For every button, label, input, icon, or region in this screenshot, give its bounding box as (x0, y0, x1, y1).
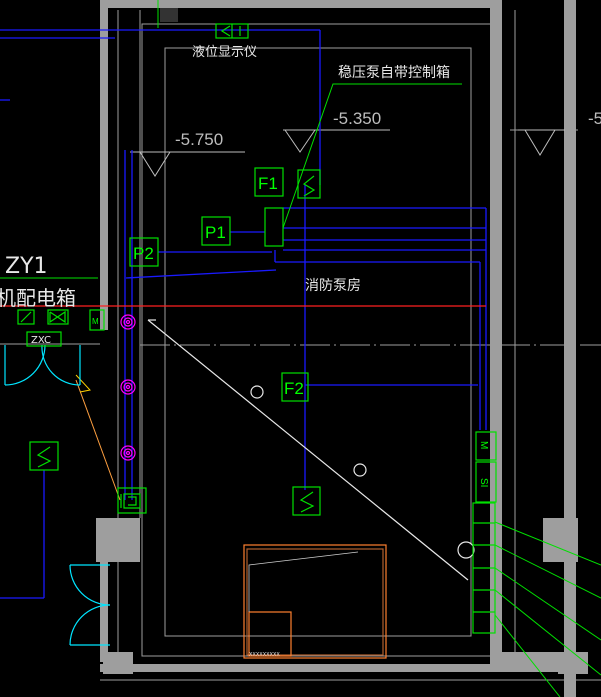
wall-top (100, 0, 500, 8)
equipment-inner (246, 548, 384, 656)
level-valve-icon (220, 25, 231, 37)
sensor-3 (120, 445, 136, 461)
room-outlines (0, 10, 601, 681)
valve-switch-icon (20, 311, 32, 323)
column-right (543, 518, 578, 562)
room-inner-border (141, 23, 493, 657)
blue-cables (0, 29, 487, 599)
green-diag-3 (494, 567, 601, 641)
zxc-tag: ZXC (31, 335, 51, 346)
tag-m-top: M (478, 441, 489, 449)
elevation-right-label: -5.350 (333, 109, 381, 128)
orange-leader (75, 379, 121, 501)
door-top (4, 344, 46, 386)
tag-f2: F2 (284, 379, 304, 398)
walls (96, 0, 588, 697)
sensor-1 (120, 314, 136, 330)
elevation-triangle-far-v (524, 129, 556, 156)
tag-p1: P1 (205, 223, 226, 242)
equipment-line (248, 551, 359, 612)
level-indicator-label: 液位显示仪 (192, 45, 257, 60)
white-diagonal (147, 319, 475, 581)
distribution-box-code: ZY1 (5, 254, 48, 279)
tag-s-left-box (29, 441, 59, 471)
equipment-tag: XXXXXXXXX (249, 652, 280, 658)
door-top-2 (41, 344, 81, 386)
tag-si: SI (478, 478, 489, 487)
sensors (120, 314, 136, 461)
cad-floor-plan: XXXXXXXXX 液位显示仪 稳压泵自带控制箱 -5.750 -5.350 -… (0, 0, 601, 697)
sensor-2 (120, 379, 136, 395)
elevation-left-label: -5.750 (175, 130, 223, 149)
cyan-doors (4, 344, 111, 646)
valve-icon (49, 310, 66, 324)
diagonal-pipe (147, 319, 469, 581)
wall-left-lower (100, 562, 108, 662)
cabinet-icon (120, 493, 141, 509)
pressure-pump-box-label: 稳压泵自带控制箱 (338, 65, 450, 81)
wall-left (100, 0, 108, 330)
distribution-box-name: 机配电箱 (0, 286, 76, 310)
elevation-far-right-label: -5.350 (588, 109, 601, 128)
tag-p2: P2 (133, 244, 154, 263)
equipment-box (243, 544, 387, 659)
cable-h-9 (125, 269, 277, 279)
tag-boxes (17, 23, 497, 634)
wall-top-small (160, 8, 178, 22)
room-name-label: 消防泵房 (305, 278, 361, 294)
pipe-circle-2 (353, 463, 367, 477)
corner-bottom-right (490, 652, 570, 672)
green-leaders (0, 0, 601, 697)
wall-right-pillar (564, 0, 576, 697)
pressure-box (264, 207, 284, 247)
leader-pressure-box (282, 83, 462, 229)
tag-f1: F1 (258, 174, 278, 193)
wall-bottom (100, 664, 500, 672)
tag-s-bottom-box (292, 486, 321, 516)
s-switch-icon (299, 491, 315, 513)
s-switch-icons (20, 24, 316, 513)
s-switch-icon (36, 446, 52, 468)
pipe-circle-1 (250, 385, 264, 399)
yellow-leader (75, 374, 91, 393)
pipe-circle-3 (457, 541, 475, 559)
equipment-sub (248, 611, 292, 657)
equipment-outer (243, 544, 387, 659)
tag-m-left: M (92, 317, 99, 326)
